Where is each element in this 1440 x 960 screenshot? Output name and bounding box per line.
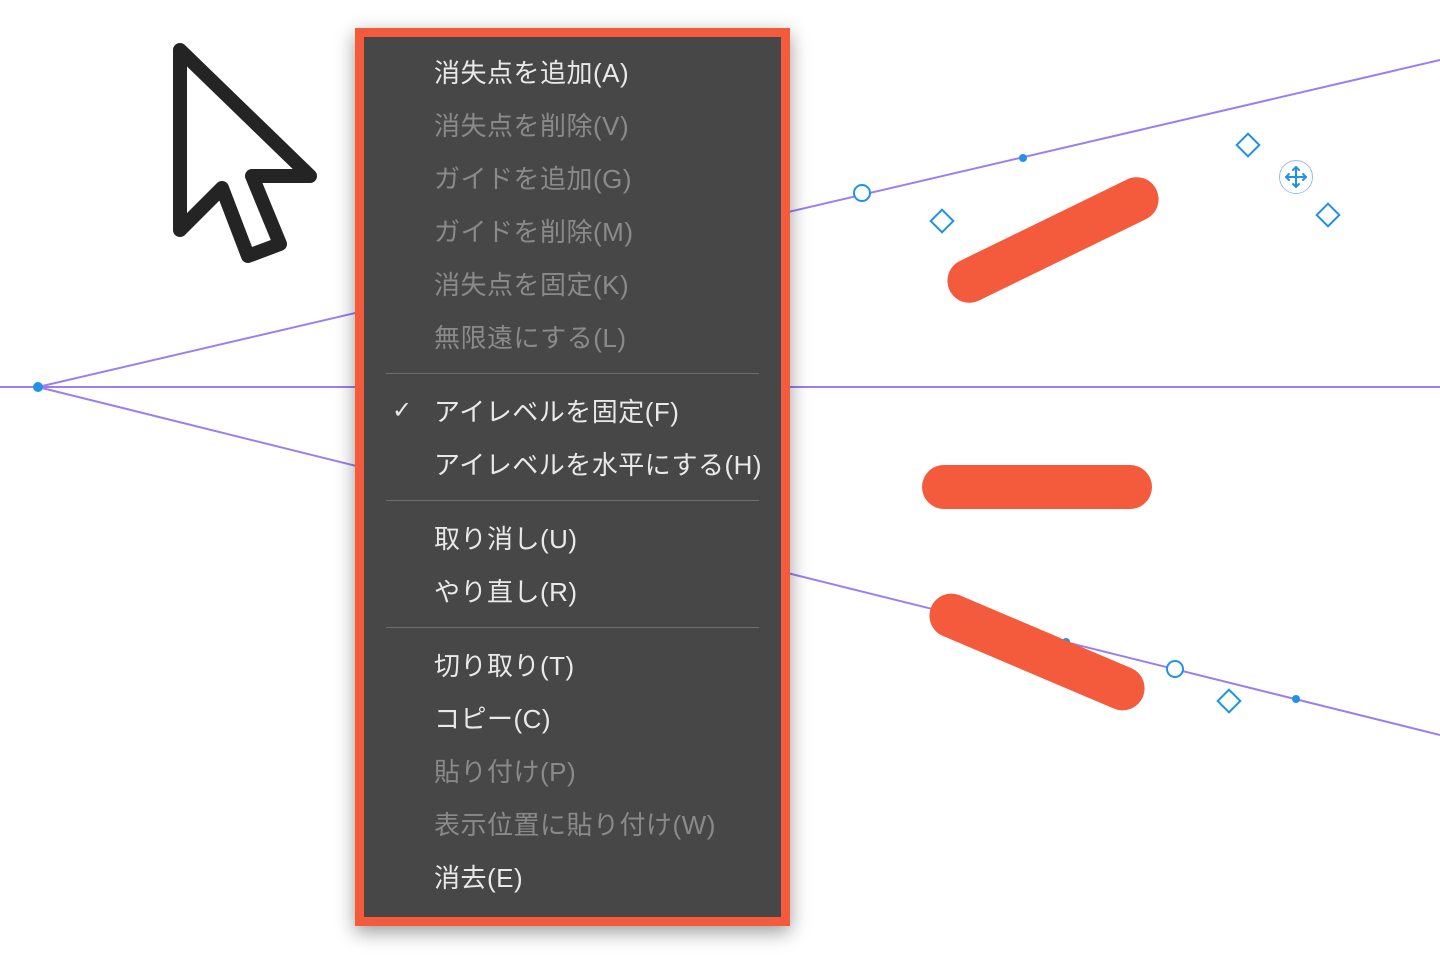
guide-handle-dot[interactable] (1019, 154, 1027, 162)
menu-item-eye-level-horizontal[interactable]: アイレベルを水平にする(H) (364, 437, 781, 490)
menu-separator (386, 627, 759, 628)
menu-item-add-guide: ガイドを追加(G) (364, 151, 781, 204)
vanishing-point[interactable] (33, 382, 43, 392)
menu-item-fix-eye-level[interactable]: ✓アイレベルを固定(F) (364, 384, 781, 437)
annotation-highlight (923, 587, 1152, 717)
menu-item-del-guide: ガイドを削除(M) (364, 204, 781, 257)
checkmark-icon: ✓ (392, 396, 413, 425)
guide-handle-ring[interactable] (853, 184, 871, 202)
upper-handle-diamond[interactable] (1235, 132, 1260, 157)
upper-handle-diamond-2[interactable] (1315, 202, 1340, 227)
menu-item-del-vanishing-point: 消失点を削除(V) (364, 98, 781, 151)
menu-separator (386, 500, 759, 501)
annotation-highlight (922, 465, 1152, 509)
lower-handle-dot-2[interactable] (1292, 695, 1300, 703)
guide-handle-diamond[interactable] (929, 208, 954, 233)
menu-separator (386, 373, 759, 374)
lower-handle-ring[interactable] (1166, 660, 1184, 678)
menu-item-copy[interactable]: コピー(C) (364, 691, 781, 744)
menu-item-cut[interactable]: 切り取り(T) (364, 638, 781, 691)
perspective-context-menu[interactable]: 消失点を追加(A)消失点を削除(V)ガイドを追加(G)ガイドを削除(M)消失点を… (355, 28, 790, 926)
move-handle-icon[interactable] (1279, 160, 1313, 194)
menu-item-paste: 貼り付け(P) (364, 744, 781, 797)
menu-item-clear[interactable]: 消去(E) (364, 850, 781, 903)
annotation-highlight (940, 170, 1166, 310)
menu-item-paste-in-place: 表示位置に貼り付け(W) (364, 797, 781, 850)
cursor-annotation-icon (140, 30, 340, 290)
menu-item-fix-vanishing-point: 消失点を固定(K) (364, 257, 781, 310)
lower-handle-diamond[interactable] (1216, 688, 1241, 713)
menu-item-make-infinite: 無限遠にする(L) (364, 310, 781, 363)
menu-item-add-vanishing-point[interactable]: 消失点を追加(A) (364, 45, 781, 98)
menu-item-undo[interactable]: 取り消し(U) (364, 511, 781, 564)
menu-item-redo[interactable]: やり直し(R) (364, 564, 781, 617)
